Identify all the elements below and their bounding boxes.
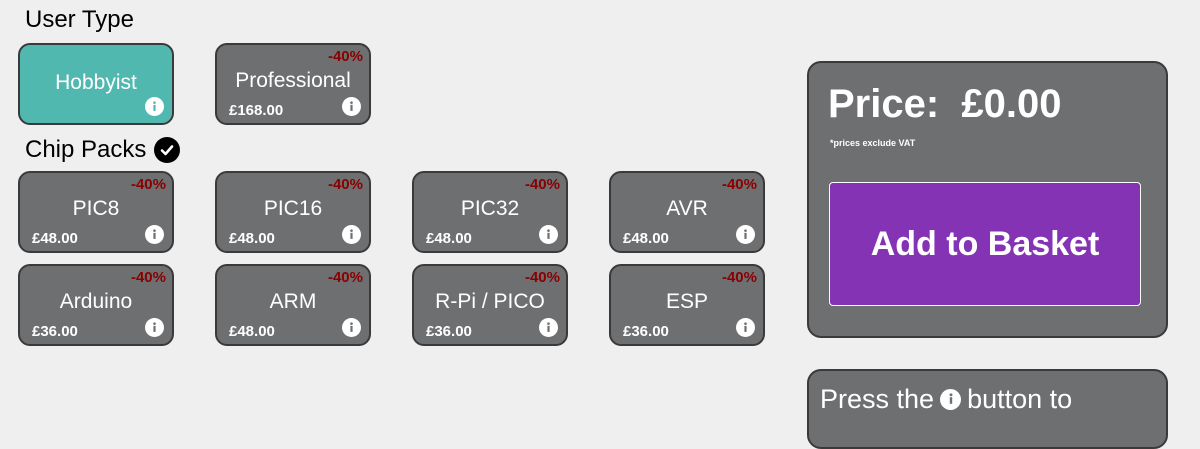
info-icon <box>940 388 962 410</box>
user-type-hobbyist[interactable]: Hobbyist <box>18 43 174 125</box>
tile-price: £36.00 <box>32 323 78 340</box>
info-icon[interactable] <box>539 318 558 337</box>
tile-label: PIC32 <box>460 197 520 220</box>
chip-pack-esp[interactable]: -40% ESP £36.00 <box>609 264 765 346</box>
tile-label: AVR <box>666 197 708 220</box>
tile-price: £48.00 <box>32 230 78 247</box>
tile-label: R-Pi / PICO <box>435 290 545 313</box>
tile-price: £36.00 <box>623 323 669 340</box>
discount-badge: -40% <box>130 176 166 193</box>
price-panel: Price: £0.00 *prices exclude VAT Add to … <box>807 61 1168 338</box>
help-panel: Press the button to <box>807 369 1168 449</box>
info-icon[interactable] <box>736 318 755 337</box>
chip-pack-pic8[interactable]: -40% PIC8 £48.00 <box>18 171 174 253</box>
help-text-after: button to <box>967 384 1073 414</box>
tile-label: Arduino <box>59 290 133 313</box>
discount-badge: -40% <box>721 176 757 193</box>
discount-badge: -40% <box>524 176 560 193</box>
chip-pack-r-pi-pico[interactable]: -40% R-Pi / PICO £36.00 <box>412 264 568 346</box>
info-icon[interactable] <box>145 97 164 116</box>
discount-badge: -40% <box>327 269 363 286</box>
tile-price: £36.00 <box>426 323 472 340</box>
tile-price: £48.00 <box>229 230 275 247</box>
user-type-heading: User Type <box>25 6 134 34</box>
tile-price: £48.00 <box>229 323 275 340</box>
price-total: Price: £0.00 <box>828 82 1062 126</box>
chip-pack-arm[interactable]: -40% ARM £48.00 <box>215 264 371 346</box>
tile-label: Professional <box>235 69 351 92</box>
tile-label: PIC16 <box>263 197 323 220</box>
help-text-before: Press the <box>820 384 935 414</box>
tile-label: Hobbyist <box>55 71 137 94</box>
user-type-professional[interactable]: -40% Professional £168.00 <box>215 43 371 125</box>
add-to-basket-button[interactable]: Add to Basket <box>829 182 1141 306</box>
discount-badge: -40% <box>721 269 757 286</box>
help-text: Press the button to <box>820 383 1072 415</box>
info-icon[interactable] <box>539 225 558 244</box>
tile-price: £168.00 <box>229 102 284 119</box>
tile-label: PIC8 <box>72 197 120 220</box>
info-icon[interactable] <box>145 225 164 244</box>
info-icon[interactable] <box>342 225 361 244</box>
discount-badge: -40% <box>327 176 363 193</box>
chip-pack-arduino[interactable]: -40% Arduino £36.00 <box>18 264 174 346</box>
tile-label: ESP <box>665 290 709 313</box>
chip-pack-pic16[interactable]: -40% PIC16 £48.00 <box>215 171 371 253</box>
user-type-title: User Type <box>25 6 134 33</box>
info-icon[interactable] <box>736 225 755 244</box>
check-circle-icon <box>154 137 181 163</box>
info-icon[interactable] <box>342 97 361 116</box>
chip-packs-heading: Chip Packs <box>25 136 181 164</box>
vat-note: *prices exclude VAT <box>830 138 916 148</box>
chip-packs-title: Chip Packs <box>25 136 147 163</box>
tile-price: £48.00 <box>623 230 669 247</box>
info-icon[interactable] <box>145 318 164 337</box>
discount-badge: -40% <box>130 269 166 286</box>
tile-price: £48.00 <box>426 230 472 247</box>
discount-badge: -40% <box>327 48 363 65</box>
info-icon[interactable] <box>342 318 361 337</box>
chip-pack-pic32[interactable]: -40% PIC32 £48.00 <box>412 171 568 253</box>
chip-pack-avr[interactable]: -40% AVR £48.00 <box>609 171 765 253</box>
discount-badge: -40% <box>524 269 560 286</box>
tile-label: ARM <box>269 290 317 313</box>
